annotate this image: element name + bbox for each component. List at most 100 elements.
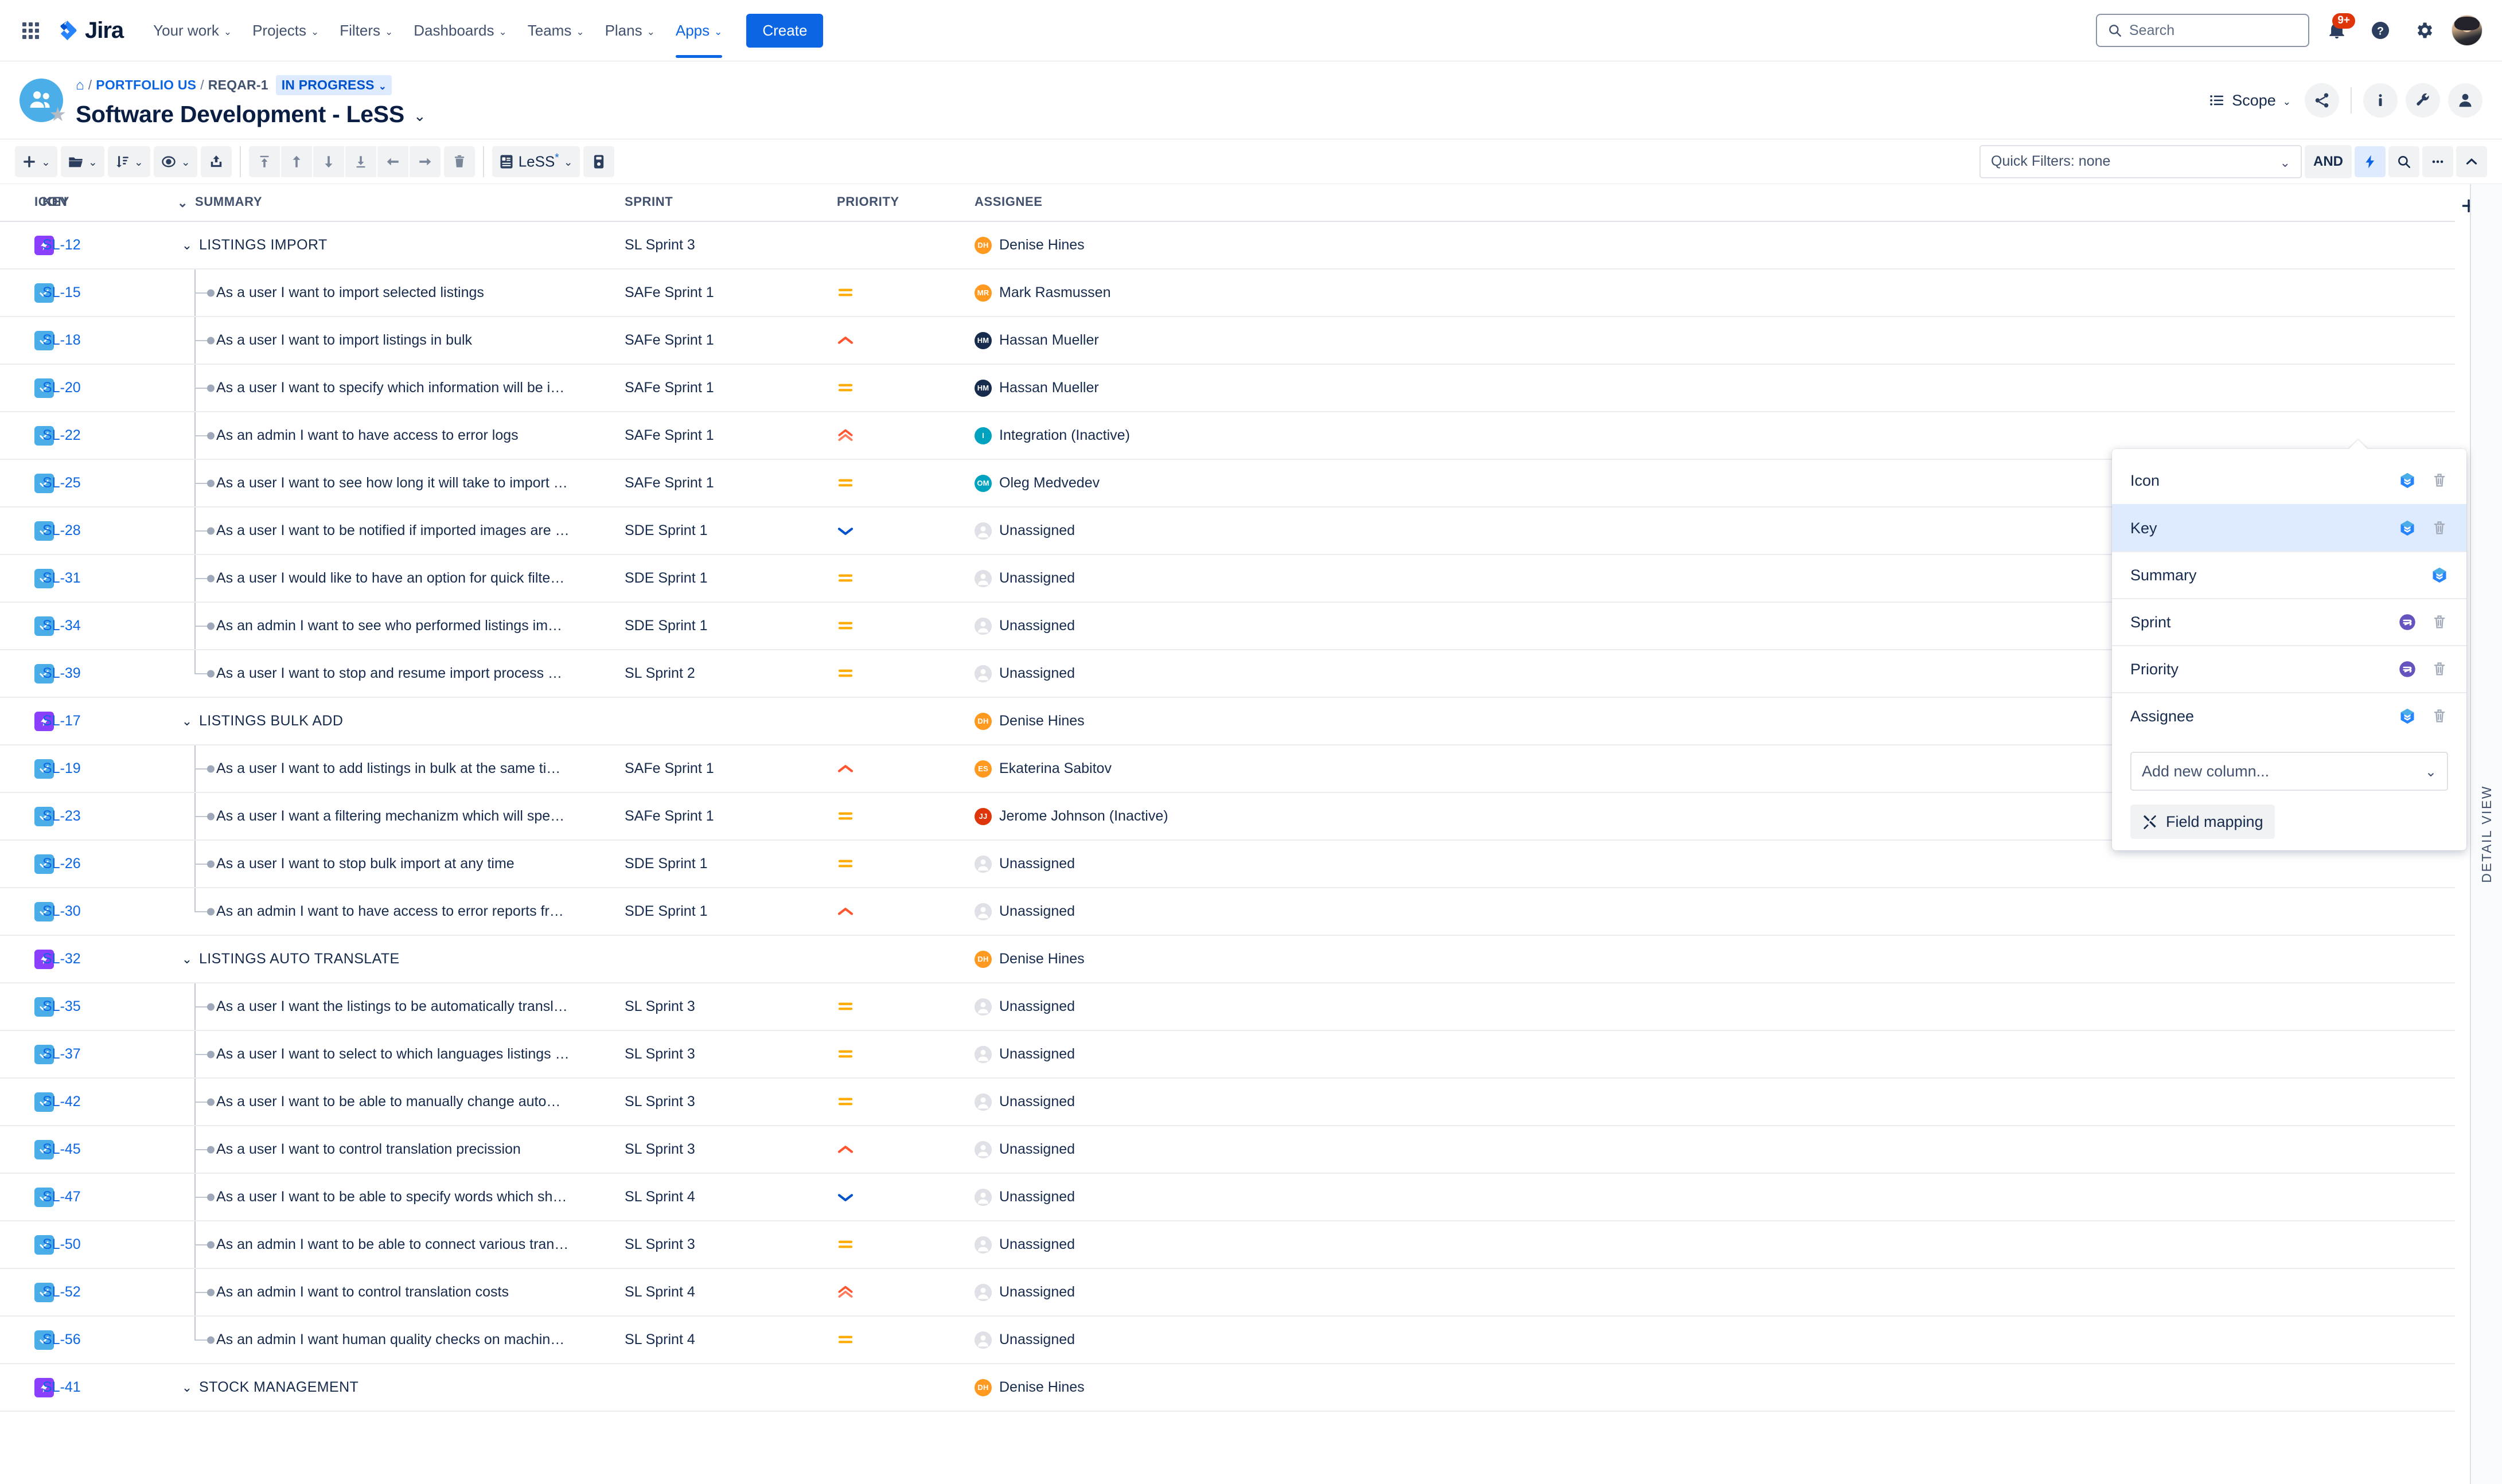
share-button[interactable] — [2305, 83, 2339, 118]
column-header-sprint[interactable]: SPRINT — [625, 184, 837, 222]
more-options-button[interactable] — [2422, 146, 2453, 177]
search-issues-button[interactable] — [2388, 146, 2419, 177]
detail-view-tab[interactable]: DETAIL VIEW — [2470, 184, 2502, 1484]
publish-button[interactable] — [200, 146, 232, 177]
search-input[interactable]: Search — [2096, 14, 2309, 47]
cell-sprint[interactable]: SL Sprint 3 — [625, 1078, 837, 1126]
column-header-assignee[interactable]: ASSIGNEE — [975, 184, 2455, 222]
cell-priority[interactable] — [837, 650, 975, 698]
open-plan-button[interactable]: ⌄ — [60, 146, 104, 177]
issue-key-link[interactable]: SL-22 — [42, 427, 81, 443]
issue-key-link[interactable]: SL-45 — [42, 1141, 81, 1157]
column-header-summary[interactable]: ⌄ SUMMARY — [177, 184, 625, 222]
issue-key-link[interactable]: SL-52 — [42, 1284, 81, 1300]
cell-assignee[interactable]: DH Denise Hines — [975, 1364, 2455, 1412]
issue-key-link[interactable]: SL-20 — [42, 380, 81, 396]
field-mapping-button[interactable]: Field mapping — [2130, 805, 2275, 839]
table-row[interactable]: SL-18 As a user I want to import listings… — [0, 317, 2455, 365]
filter-logic-and-button[interactable]: AND — [2305, 145, 2352, 178]
cell-sprint[interactable]: SDE Sprint 1 — [625, 888, 837, 936]
cell-priority[interactable] — [837, 459, 975, 507]
quick-action-button[interactable] — [2355, 146, 2386, 177]
cell-sprint[interactable]: SDE Sprint 1 — [625, 602, 837, 650]
app-source-icon[interactable] — [2398, 612, 2417, 632]
table-row[interactable]: SL-28 As a user I want to be notified if … — [0, 507, 2455, 555]
cell-assignee[interactable]: MR Mark Rasmussen — [975, 269, 2455, 317]
cell-priority[interactable] — [837, 364, 975, 412]
column-config-row-sprint[interactable]: Sprint — [2112, 598, 2466, 645]
nav-item-your-work[interactable]: Your work ⌄ — [144, 16, 241, 45]
cell-sprint[interactable]: SDE Sprint 1 — [625, 554, 837, 603]
cell-priority[interactable] — [837, 1268, 975, 1317]
view-options-button[interactable]: ⌄ — [153, 146, 197, 177]
table-row[interactable]: SL-42 As a user I want to be able to manu… — [0, 1078, 2455, 1126]
cell-sprint[interactable]: SL Sprint 4 — [625, 1316, 837, 1364]
column-config-row-icon[interactable]: Icon — [2112, 457, 2466, 504]
cell-sprint[interactable]: SL Sprint 3 — [625, 1126, 837, 1174]
notifications-button[interactable]: 9+ — [2321, 13, 2355, 46]
cell-sprint[interactable]: SAFe Sprint 1 — [625, 317, 837, 365]
issue-key-link[interactable]: SL-30 — [42, 903, 81, 919]
page-title-chevron-down-icon[interactable]: ⌄ — [414, 108, 426, 123]
table-row[interactable]: SL-31 As a user I would like to have an o… — [0, 554, 2455, 603]
cell-sprint[interactable] — [625, 697, 837, 745]
breadcrumb-project-link[interactable]: PORTFOLIO US — [96, 77, 196, 93]
table-row[interactable]: SL-12 ⌄ LISTINGS IMPORT SL Sprint 3 DH Denise… — [0, 221, 2455, 270]
cell-assignee[interactable]: Unassigned — [975, 888, 2455, 936]
user-avatar[interactable] — [2452, 15, 2482, 46]
issue-key-link[interactable]: SL-18 — [42, 332, 81, 348]
jira-source-icon[interactable] — [2398, 706, 2417, 726]
table-row[interactable]: SL-32 ⌄ LISTINGS AUTO TRANSLATE DH Denise Hi… — [0, 935, 2455, 983]
home-icon[interactable]: ⌂ — [76, 77, 84, 93]
cell-sprint[interactable]: SAFe Sprint 1 — [625, 412, 837, 460]
cell-priority[interactable] — [837, 697, 975, 745]
nav-item-apps[interactable]: Apps ⌄ — [667, 16, 732, 58]
jira-logo[interactable]: Jira — [55, 18, 124, 44]
table-row[interactable]: SL-35 As a user I want the listings to be… — [0, 983, 2455, 1031]
table-row[interactable]: SL-19 As a user I want to add listings in… — [0, 745, 2455, 793]
jira-source-icon[interactable] — [2398, 471, 2417, 490]
column-header-key[interactable]: KEY — [42, 184, 177, 222]
issue-key-link[interactable]: SL-23 — [42, 808, 81, 824]
sort-button[interactable]: ⌄ — [107, 146, 150, 177]
column-config-row-assignee[interactable]: Assignee — [2112, 692, 2466, 739]
cell-priority[interactable] — [837, 507, 975, 555]
issue-key-link[interactable]: SL-28 — [42, 522, 81, 538]
add-issue-button[interactable]: ⌄ — [15, 146, 57, 177]
move-to-top-button[interactable] — [248, 146, 280, 177]
cell-sprint[interactable] — [625, 1364, 837, 1412]
indent-button[interactable] — [409, 146, 441, 177]
table-row[interactable]: SL-20 As a user I want to specify which i… — [0, 364, 2455, 412]
nav-item-dashboards[interactable]: Dashboards ⌄ — [404, 16, 516, 45]
table-row[interactable]: SL-30 As an admin I want to have access t… — [0, 888, 2455, 936]
cell-assignee[interactable]: Unassigned — [975, 1173, 2455, 1221]
jira-source-icon[interactable] — [2430, 565, 2449, 585]
table-row[interactable]: SL-47 As a user I want to be able to spec… — [0, 1173, 2455, 1221]
delete-column-icon[interactable] — [2430, 659, 2449, 679]
table-row[interactable]: SL-37 As a user I want to select to which… — [0, 1030, 2455, 1079]
cell-priority[interactable] — [837, 412, 975, 460]
cell-priority[interactable] — [837, 1221, 975, 1269]
nav-item-filters[interactable]: Filters ⌄ — [330, 16, 402, 45]
issue-key-link[interactable]: SL-17 — [42, 713, 81, 729]
cell-priority[interactable] — [837, 840, 975, 888]
delete-button[interactable] — [443, 146, 475, 177]
cell-sprint[interactable] — [625, 935, 837, 983]
issue-key-link[interactable]: SL-41 — [42, 1379, 81, 1395]
cell-assignee[interactable]: Unassigned — [975, 983, 2455, 1031]
cell-priority[interactable] — [837, 1078, 975, 1126]
cell-priority[interactable] — [837, 602, 975, 650]
cell-sprint[interactable]: SDE Sprint 1 — [625, 840, 837, 888]
nav-item-teams[interactable]: Teams ⌄ — [519, 16, 594, 45]
column-config-row-summary[interactable]: Summary — [2112, 551, 2466, 598]
issue-key-link[interactable]: SL-56 — [42, 1331, 81, 1348]
issue-key-link[interactable]: SL-47 — [42, 1189, 81, 1205]
settings-button[interactable] — [2408, 14, 2440, 46]
delete-column-icon[interactable] — [2430, 518, 2449, 538]
jira-source-icon[interactable] — [2398, 518, 2417, 538]
column-config-row-priority[interactable]: Priority — [2112, 645, 2466, 692]
cell-assignee[interactable]: DH Denise Hines — [975, 935, 2455, 983]
table-row[interactable]: SL-26 As a user I want to stop bulk impor… — [0, 840, 2455, 888]
cell-assignee[interactable]: Unassigned — [975, 1221, 2455, 1269]
cell-priority[interactable] — [837, 792, 975, 841]
